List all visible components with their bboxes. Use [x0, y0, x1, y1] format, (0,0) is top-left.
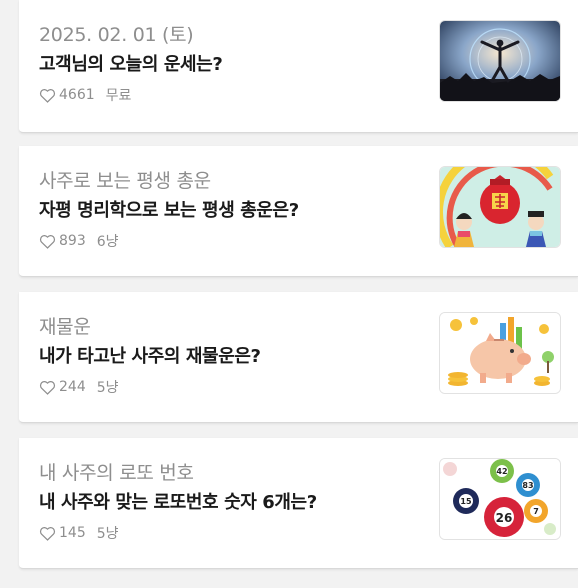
like-count: 893	[59, 233, 86, 249]
fortune-card-daily[interactable]: 2025. 02. 01 (토) 고객님의 오늘의 운세는? 4661 무료	[19, 0, 578, 133]
fortune-card-wealth[interactable]: 재물운 내가 타고난 사주의 재물운은? 244 5냥	[19, 292, 578, 423]
card-subtitle: 내 사주의 로또 번호	[39, 462, 194, 484]
card-meta: 145 5냥	[39, 523, 119, 543]
fortune-card-lotto[interactable]: 내 사주의 로또 번호 내 사주와 맞는 로또번호 숫자 6개는? 145 5냥…	[19, 438, 578, 569]
card-meta: 4661 무료	[39, 85, 131, 105]
card-meta: 893 6냥	[39, 231, 119, 251]
heart-icon[interactable]	[39, 526, 56, 541]
card-title: 내 사주와 맞는 로또번호 숫자 6개는?	[39, 492, 317, 513]
card-subtitle: 2025. 02. 01 (토)	[39, 24, 194, 46]
price-label: 5냥	[96, 526, 119, 542]
heart-icon[interactable]	[39, 88, 56, 103]
card-title: 내가 타고난 사주의 재물운은?	[39, 346, 261, 367]
thumbnail-meditation	[439, 20, 561, 102]
heart-icon[interactable]	[39, 234, 56, 249]
like-count: 4661	[59, 87, 95, 103]
card-meta: 244 5냥	[39, 377, 119, 397]
like-count: 145	[59, 525, 86, 541]
card-title: 고객님의 오늘의 운세는?	[39, 54, 223, 75]
fortune-list: 2025. 02. 01 (토) 고객님의 오늘의 운세는? 4661 무료 사…	[0, 0, 578, 588]
lotto-ball-number: 26	[496, 511, 513, 525]
lotto-ball-number: 7	[533, 507, 539, 516]
thumbnail-piggy-bank	[439, 312, 561, 394]
price-label: 무료	[105, 88, 132, 104]
card-subtitle: 사주로 보는 평생 총운	[39, 170, 211, 192]
price-label: 5냥	[96, 380, 119, 396]
card-title: 자평 명리학으로 보는 평생 총운은?	[39, 200, 299, 221]
heart-icon[interactable]	[39, 380, 56, 395]
price-label: 6냥	[96, 234, 119, 250]
thumbnail-lottery-balls: 42 83 15 7 26	[439, 458, 561, 540]
like-count: 244	[59, 379, 86, 395]
lotto-ball-number: 15	[460, 497, 472, 506]
card-subtitle: 재물운	[39, 316, 91, 338]
lotto-ball-number: 42	[496, 467, 507, 476]
fortune-card-lifetime[interactable]: 사주로 보는 평생 총운 자평 명리학으로 보는 평생 총운은? 893 6냥	[19, 146, 578, 277]
lotto-ball-number: 83	[522, 481, 533, 490]
thumbnail-lucky-bag	[439, 166, 561, 248]
